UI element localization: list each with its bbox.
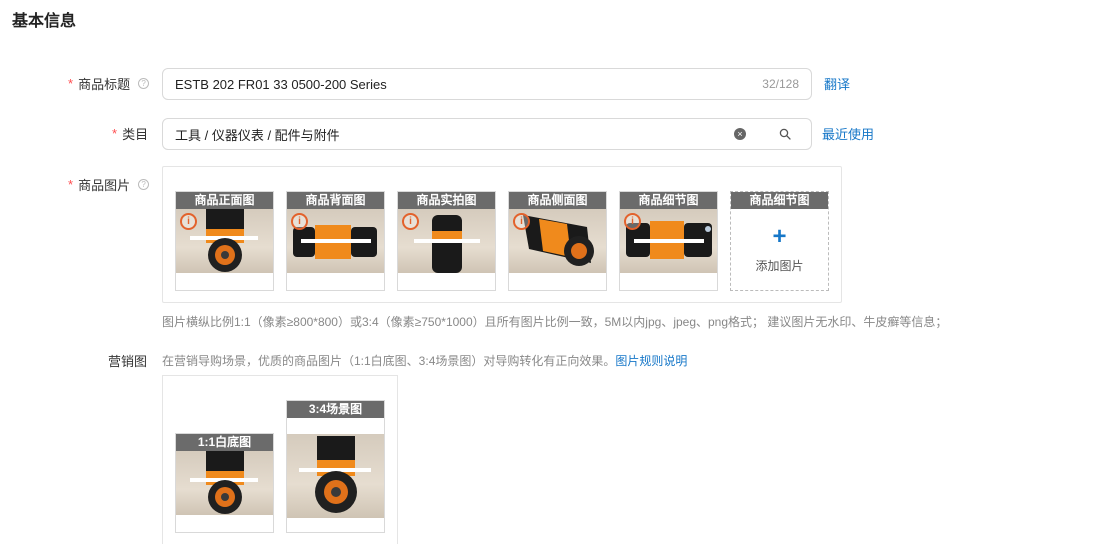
category-label-text: 类目 [122,127,149,142]
product-photo[interactable] [287,434,384,518]
product-images-label-text: 商品图片 [78,178,131,193]
required-mark: * [68,76,74,91]
marketing-label-text: 营销图 [108,354,148,369]
image-slot-caption: 商品细节图 [731,192,828,209]
category-value: 工具 / 仪器仪表 / 配件与附件 [175,127,340,143]
marketing-description: 在营销导购场景，优质的商品图片（1:1白底图、3:4场景图）对导购转化有正向效果… [162,352,687,369]
image-slot-caption: 商品侧面图 [509,192,606,209]
add-image-text: 添加图片 [755,259,804,273]
image-slot-caption: 商品细节图 [620,192,717,209]
close-circle-icon[interactable]: × [734,128,746,140]
product-title-input[interactable]: ESTB 202 FR01 33 0500-200 Series 32/128 [162,68,812,100]
scene-top-padding [287,418,384,434]
marketing-desc-text: 在营销导购场景，优质的商品图片（1:1白底图、3:4场景图）对导购转化有正向效果… [162,354,616,368]
plus-icon: + [772,223,787,250]
image-slot-side[interactable]: 商品侧面图 i [508,191,607,291]
category-select[interactable]: 工具 / 仪器仪表 / 配件与附件 × [162,118,759,150]
info-circle-icon[interactable]: i [402,213,419,230]
image-slot-detail[interactable]: 商品细节图 i [619,191,718,291]
marketing-slot-caption: 3:4场景图 [287,401,384,418]
product-photo[interactable]: i [509,209,606,273]
info-circle-icon[interactable]: i [180,213,197,230]
product-title-label-text: 商品标题 [78,77,131,92]
search-icon [779,128,791,140]
image-slot-back[interactable]: 商品背面图 i [286,191,385,291]
marketing-label: 营销图 [108,351,147,370]
required-mark: * [68,177,74,192]
info-circle-icon[interactable]: i [624,213,641,230]
marketing-slot-caption: 1:1白底图 [176,434,273,451]
info-circle-icon[interactable]: i [291,213,308,230]
product-title-value: ESTB 202 FR01 33 0500-200 Series [175,76,387,92]
question-circle-icon[interactable]: ? [138,179,150,190]
product-title-label: * 商品标题 ? [68,74,150,93]
product-photo[interactable]: i [176,209,273,273]
marketing-slot-white-bg[interactable]: 1:1白底图 [175,433,274,533]
image-requirements-hint: 图片横纵比例1:1（像素≥800*800）或3:4（像素≥750*1000）且所… [162,315,948,329]
image-slot-caption: 商品背面图 [287,192,384,209]
info-circle-icon[interactable]: i [513,213,530,230]
product-photo[interactable]: i [620,209,717,273]
add-image-button[interactable]: 商品细节图 + 添加图片 [730,191,829,291]
product-photo-drawing [299,436,371,513]
image-slot-real[interactable]: 商品实拍图 i [397,191,496,291]
product-photo-drawing [190,451,258,514]
product-photo[interactable] [176,451,273,515]
category-label: * 类目 [112,124,148,143]
char-counter: 32/128 [762,77,799,91]
image-slot-caption: 商品实拍图 [398,192,495,209]
product-images-panel: 商品正面图 i 商品背面图 i 商品实拍图 i 商品侧面图 i 商品细节图 i … [162,166,842,303]
marketing-images-panel: 1:1白底图 3:4场景图 [162,375,398,544]
category-search-button[interactable] [758,118,812,150]
marketing-slot-scene[interactable]: 3:4场景图 [286,400,385,533]
image-slot-front[interactable]: 商品正面图 i [175,191,274,291]
required-mark: * [112,126,118,141]
image-rules-link[interactable]: 图片规则说明 [615,354,687,368]
product-photo[interactable]: i [287,209,384,273]
translate-link[interactable]: 翻译 [824,74,850,93]
product-images-label: * 商品图片 ? [68,175,150,194]
question-circle-icon[interactable]: ? [138,78,150,89]
image-slot-caption: 商品正面图 [176,192,273,209]
product-photo[interactable]: i [398,209,495,273]
section-title: 基本信息 [12,13,77,30]
recent-used-link[interactable]: 最近使用 [822,124,874,143]
